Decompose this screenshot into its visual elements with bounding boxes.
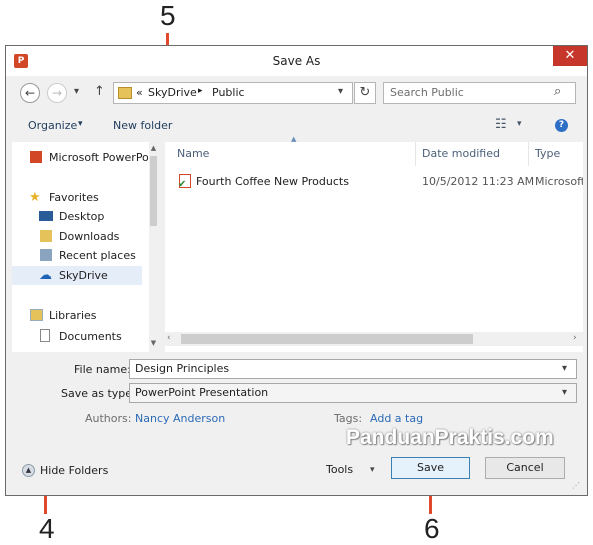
tools-button[interactable]: Tools ▾ [326,461,375,479]
recent-places-icon [40,249,52,261]
save-as-type-select[interactable]: PowerPoint Presentation ▾ [129,383,577,403]
forward-button[interactable]: → [47,83,67,103]
sidebar-item-recent-places[interactable]: Recent places [12,246,150,265]
address-overflow[interactable]: « [136,86,143,99]
save-as-type-dropdown-icon[interactable]: ▾ [562,384,567,402]
dialog-title: Save As [272,54,321,68]
sidebar-item-label: Recent places [59,249,136,262]
cancel-button[interactable]: Cancel [485,457,565,479]
chevron-up-icon: ▲ [22,464,35,477]
tags-value[interactable]: Add a tag [370,412,423,425]
libraries-icon [30,309,43,321]
horizontal-scrollbar[interactable]: ‹ › [165,332,583,346]
close-button[interactable]: ✕ [553,46,587,66]
sort-indicator-icon: ▲ [291,135,297,143]
sidebar-item-documents[interactable]: Documents [12,327,150,346]
file-date-modified: 10/5/2012 11:23 AM [422,175,535,188]
sidebar-item-label: Documents [59,330,122,343]
breadcrumb-public[interactable]: Public [212,86,245,99]
sidebar-item-label: Desktop [59,210,105,223]
column-header-name[interactable]: Name [177,142,209,166]
recent-locations-dropdown[interactable]: ▾ [74,86,79,97]
documents-icon [40,329,50,342]
navigation-bar: ← → ▾ ↑ « SkyDrive ▸ Public ▾ ↻ Search P… [6,76,587,112]
desktop-icon [39,211,53,221]
scroll-down-arrow[interactable]: ▼ [149,339,158,347]
address-dropdown-icon[interactable]: ▾ [338,86,343,97]
sidebar-item-label: Favorites [49,191,99,204]
view-dropdown-icon[interactable]: ▾ [517,119,522,129]
tools-dropdown-icon: ▾ [370,465,375,475]
callout-number-6: 6 [424,513,440,544]
sidebar-item-label: Microsoft PowerPo [49,151,149,164]
breadcrumb-skydrive[interactable]: SkyDrive [148,86,197,99]
file-name-value: Design Principles [135,362,230,375]
up-button[interactable]: ↑ [94,84,105,99]
file-name: Fourth Coffee New Products [196,175,349,188]
save-as-dialog: P Save As ✕ ← → ▾ ↑ « SkyDrive ▸ Public … [5,45,588,496]
horizontal-scroll-thumb[interactable] [181,334,473,344]
search-icon[interactable]: ⌕ [554,84,561,99]
authors-value[interactable]: Nancy Anderson [135,412,225,425]
file-name-dropdown-icon[interactable]: ▾ [562,360,567,378]
tools-label: Tools [326,463,354,476]
file-list: ▲ Name Date modified Type ✔ Fourth Coffe… [165,135,583,352]
resize-grip-icon[interactable]: ⋰ [572,481,580,490]
callout-number-5: 5 [160,0,176,31]
navigation-scrollbar[interactable]: ▲ ▼ [149,142,158,352]
sidebar-item-skydrive[interactable]: ☁ SkyDrive [12,266,142,285]
scroll-thumb[interactable] [150,156,157,226]
save-button[interactable]: Save [391,457,470,479]
scroll-up-arrow[interactable]: ▲ [149,144,158,152]
authors-label: Authors: [85,412,132,425]
scroll-left-arrow[interactable]: ‹ [167,333,171,343]
file-type: Microsoft [535,175,583,188]
refresh-button[interactable]: ↻ [354,82,376,104]
scroll-right-arrow[interactable]: › [573,333,577,343]
column-header-type[interactable]: Type [535,142,583,166]
sidebar-item-downloads[interactable]: Downloads [12,227,150,246]
watermark: PanduanPraktis.com [346,426,554,449]
sidebar-item-label: Downloads [59,230,120,243]
file-name-input[interactable]: Design Principles ▾ [129,359,577,379]
shared-check-icon: ✔ [178,179,187,190]
command-bar: Organize ▾ New folder ☷ ▾ ? [6,112,587,140]
downloads-icon [40,230,52,242]
breadcrumb-separator[interactable]: ▸ [198,86,203,96]
organize-dropdown-icon[interactable]: ▾ [78,119,83,129]
file-name-label: File name: [74,363,131,376]
column-header-date-modified[interactable]: Date modified [422,142,500,166]
sidebar-item-desktop[interactable]: Desktop [12,207,150,226]
save-as-type-value: PowerPoint Presentation [135,386,269,399]
sidebar-item-label: Libraries [49,309,97,322]
tags-label: Tags: [334,412,363,425]
powerpoint-icon [30,151,42,163]
view-options-icon[interactable]: ☷ [495,117,507,132]
sidebar-item-label: SkyDrive [59,269,108,282]
sidebar-item-libraries[interactable]: Libraries [12,306,150,325]
column-divider[interactable] [528,142,529,166]
back-button[interactable]: ← [20,83,40,103]
cloud-icon: ☁ [39,268,52,283]
help-icon[interactable]: ? [555,119,568,132]
navigation-pane: Microsoft PowerPo ★ Favorites Desktop Do… [12,142,158,352]
sidebar-item-powerpoint[interactable]: Microsoft PowerPo [12,148,150,167]
search-placeholder: Search Public [390,86,464,99]
folder-icon [118,87,132,99]
search-input[interactable]: Search Public ⌕ [383,82,576,104]
save-as-type-label: Save as type: [61,387,136,400]
new-folder-button[interactable]: New folder [113,119,172,132]
address-bar[interactable]: « SkyDrive ▸ Public ▾ [113,82,353,104]
organize-button[interactable]: Organize [28,119,77,132]
column-divider[interactable] [415,142,416,166]
file-row[interactable]: ✔ Fourth Coffee New Products 10/5/2012 1… [165,171,583,191]
hide-folders-label: Hide Folders [40,464,109,477]
callout-number-4: 4 [39,513,55,544]
sidebar-item-favorites[interactable]: ★ Favorites [12,188,150,207]
title-bar: P Save As ✕ [6,46,587,76]
star-icon: ★ [29,190,41,205]
